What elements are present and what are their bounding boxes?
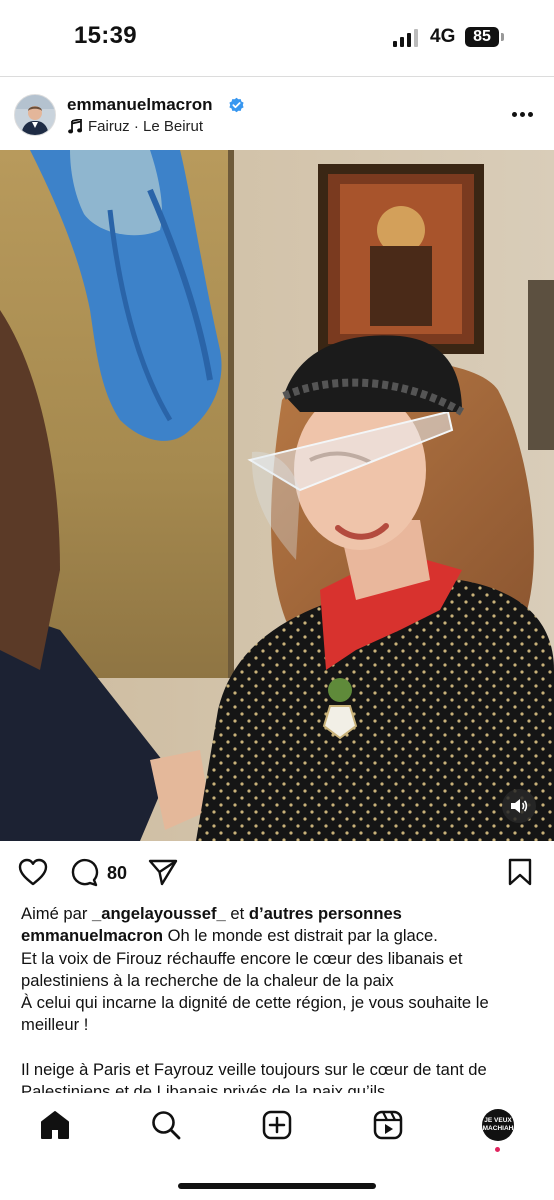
status-bar: 15:39 4G 85 bbox=[0, 0, 554, 76]
reels-icon[interactable] bbox=[370, 1107, 406, 1143]
cellular-signal-icon bbox=[393, 29, 418, 47]
more-options-icon[interactable] bbox=[512, 106, 538, 122]
heart-icon[interactable] bbox=[18, 858, 48, 886]
caption-line-1: Oh le monde est distrait par la glace. bbox=[163, 926, 438, 946]
reels-glyph-icon bbox=[373, 1110, 403, 1140]
add-glyph-icon bbox=[262, 1110, 292, 1140]
search-glyph-icon bbox=[152, 1111, 181, 1140]
caption-author[interactable]: emmanuelmacron bbox=[21, 926, 163, 945]
post-actions: 80 bbox=[0, 850, 554, 898]
post-header: emmanuelmacron Fairuz · Le Beirut bbox=[0, 84, 554, 148]
network-type: 4G bbox=[430, 26, 456, 47]
music-label: Fairuz · Le Beirut bbox=[88, 118, 204, 135]
avatar-portrait-icon bbox=[15, 95, 55, 135]
home-indicator[interactable] bbox=[178, 1183, 376, 1189]
speaker-icon[interactable] bbox=[502, 789, 536, 823]
likes-prefix: Aimé par bbox=[21, 904, 93, 923]
bottom-navigation: JE VEUX MACHIAH bbox=[0, 1093, 554, 1200]
photo-illustration bbox=[0, 150, 554, 841]
liked-by-user[interactable]: _angelayoussef_ bbox=[92, 904, 226, 923]
divider bbox=[0, 76, 554, 77]
profile-avatar[interactable]: JE VEUX MACHIAH bbox=[482, 1109, 514, 1141]
caption-line-4: Il neige à Paris et Fayrouz veille toujo… bbox=[21, 1059, 487, 1095]
likes-connector: et bbox=[225, 904, 249, 923]
speaker-glyph-icon bbox=[511, 799, 528, 813]
caption-line-2: Et la voix de Firouz réchauffe encore le… bbox=[21, 948, 463, 990]
home-icon[interactable] bbox=[37, 1107, 73, 1143]
liked-by-others[interactable]: d’autres personnes bbox=[249, 904, 402, 923]
likes-line: Aimé par _angelayoussef_ et d’autres per… bbox=[21, 903, 541, 925]
add-post-icon[interactable] bbox=[259, 1107, 295, 1143]
post-caption: Aimé par _angelayoussef_ et d’autres per… bbox=[21, 903, 541, 1095]
battery-tip bbox=[501, 33, 504, 41]
notification-dot bbox=[495, 1147, 500, 1152]
status-time: 15:39 bbox=[74, 22, 137, 49]
search-icon[interactable] bbox=[148, 1107, 184, 1143]
caption-line-3: À celui qui incarne la dignité de cette … bbox=[21, 993, 489, 1035]
comment-count[interactable]: 80 bbox=[107, 863, 127, 884]
music-note-icon bbox=[68, 119, 82, 134]
caption-text: emmanuelmacron Oh le monde est distrait … bbox=[21, 925, 541, 947]
music-attribution[interactable]: Fairuz · Le Beirut bbox=[68, 118, 203, 135]
paper-plane-icon[interactable] bbox=[148, 858, 178, 886]
verified-badge-icon bbox=[229, 97, 244, 113]
post-username[interactable]: emmanuelmacron bbox=[67, 95, 213, 115]
bookmark-icon[interactable] bbox=[508, 858, 532, 886]
comment-icon[interactable] bbox=[70, 857, 100, 887]
post-photo[interactable] bbox=[0, 150, 554, 841]
author-avatar[interactable] bbox=[14, 94, 56, 136]
home-glyph-icon bbox=[41, 1111, 69, 1139]
battery-level: 85 bbox=[465, 27, 499, 47]
